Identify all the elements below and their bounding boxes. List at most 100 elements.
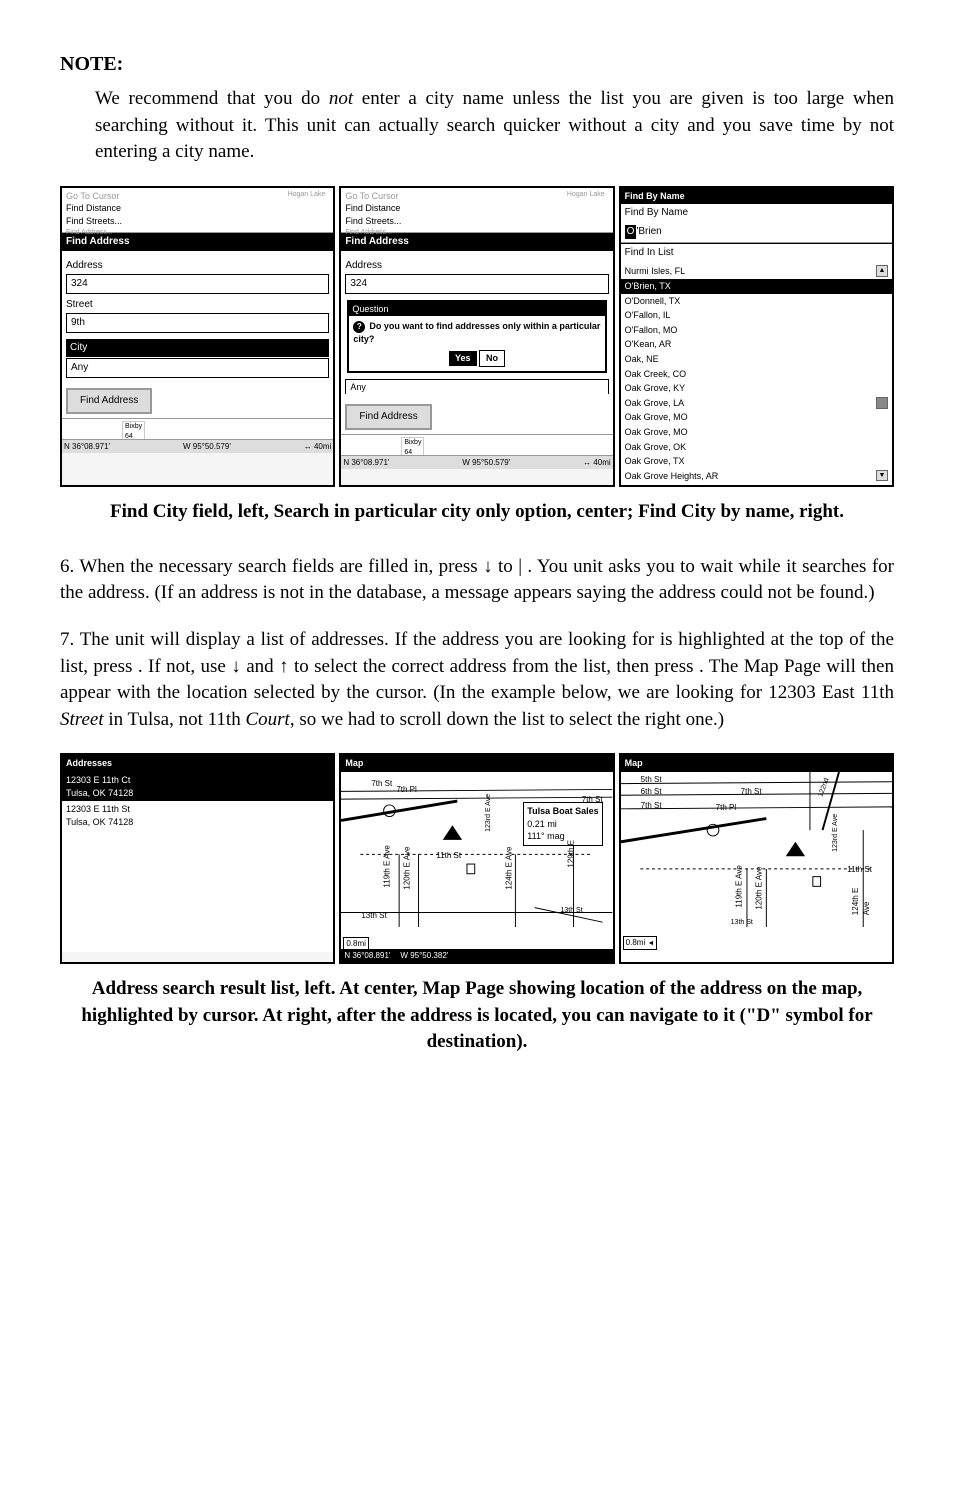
input-cursor: O (625, 225, 637, 239)
address-label: Address (66, 259, 329, 273)
scroll-up-icon[interactable]: ▲ (876, 265, 888, 277)
city-label-selected: City (66, 339, 329, 357)
list-item[interactable]: Oak Grove, LA (621, 396, 892, 411)
addresses-title: Addresses (62, 755, 333, 772)
street-field[interactable]: 9th (66, 313, 329, 333)
dialog-body: ?Do you want to find addresses only with… (349, 316, 604, 370)
label-line-1: Tulsa Boat Sales (527, 806, 598, 816)
scroll-thumb[interactable] (876, 397, 888, 409)
find-in-list-label: Find In List (621, 243, 892, 262)
find-address-button[interactable]: Find Address (66, 388, 152, 414)
street-123rd: 123rd E Ave (484, 794, 494, 832)
step7-em1: Street (60, 709, 104, 730)
menu-find-streets: Find Streets... (66, 215, 329, 228)
step7-em2: Court (245, 709, 289, 730)
dialog-buttons: Yes No (353, 350, 600, 367)
list-item[interactable]: O'Brien, TX (621, 279, 892, 294)
address-field[interactable]: 324 (66, 274, 329, 294)
street-129th: 129th E (566, 840, 577, 868)
find-by-name-list[interactable]: Nurmi Isles, FL▲O'Brien, TXO'Donnell, TX… (621, 262, 892, 485)
list-item[interactable]: O'Kean, AR (621, 337, 892, 352)
list-item[interactable]: O'Fallon, IL (621, 308, 892, 323)
street-124th: 124th E Ave (504, 847, 515, 890)
question-dialog: Question ?Do you want to find addresses … (347, 300, 606, 373)
coord-w: W 95°50.579' (462, 457, 510, 468)
panel-find-city-field: Hogan Lake Go To Cursor Find Distance Fi… (60, 186, 335, 488)
panel-body: Address 324 Street 9th City Any Find Add… (62, 251, 333, 418)
street-7th-pl: 7th Pl (396, 784, 416, 795)
find-by-name-input[interactable]: O'Brien (621, 222, 892, 243)
street-7th-2: 7th St (641, 800, 662, 811)
step-6-text: 6. When the necessary search fields are … (60, 554, 894, 607)
list-item[interactable]: Oak, NE (621, 352, 892, 367)
map-body[interactable]: 5th St 6th St 7th St 7th St 7th Pl 11th … (621, 772, 892, 962)
list-item[interactable]: Oak Creek, CO (621, 367, 892, 382)
panel-map-cursor: Map Tuls (339, 753, 614, 964)
map-body[interactable]: Tulsa Boat Sales 0.21 mi 111° mag 7th St… (341, 772, 612, 962)
list-item[interactable]: Oak Grove, TX (621, 454, 892, 469)
list-item[interactable]: Oak Grove Heights, AR▼ (621, 469, 892, 484)
address-field[interactable]: 324 (345, 274, 608, 294)
figure-1-caption: Find City field, left, Search in particu… (60, 499, 894, 526)
list-item[interactable]: Oak Grove, MO (621, 410, 892, 425)
scroll-down-icon[interactable]: ▼ (876, 470, 888, 482)
no-button[interactable]: No (479, 350, 505, 367)
address-label: Address (345, 259, 608, 273)
map-scale: 0.8mi ◄ (623, 936, 658, 950)
street-13th-diag: 13th St (560, 906, 582, 916)
map-coords: N 36°08.891' W 95°50.382' (341, 949, 612, 962)
street-7th-pl: 7th Pl (716, 802, 736, 813)
panel-search-city-option: Hogan Lake Go To Cursor Find Distance Fi… (339, 186, 614, 488)
street-7th: 7th St (371, 778, 392, 789)
yes-button[interactable]: Yes (449, 351, 477, 366)
figure-2: Addresses 12303 E 11th CtTulsa, OK 74128… (60, 753, 894, 964)
find-address-button[interactable]: Find Address (345, 404, 431, 430)
panel-top-menu: Hogan Lake Go To Cursor Find Distance Fi… (62, 188, 333, 233)
street-123rd: 123rd E Ave (831, 814, 841, 852)
list-item[interactable]: Oak Grove, OK (621, 440, 892, 455)
list-item[interactable]: Nurmi Isles, FL▲ (621, 264, 892, 279)
street-11th: 11th St (847, 864, 872, 875)
list-item[interactable]: O'Fallon, MO (621, 323, 892, 338)
coord-scale: ↔ 40mi (304, 441, 332, 452)
note-body: We recommend that you do not enter a cit… (95, 86, 894, 166)
figure-2-caption: Address search result list, left. At cen… (60, 976, 894, 1056)
coord-w: W 95°50.579' (183, 441, 231, 452)
lake-label: Hogan Lake (288, 190, 326, 200)
street-13th: 13th St (361, 910, 386, 921)
map-coord-w: W 95°50.382' (400, 950, 448, 961)
address-list-item[interactable]: 12303 E 11th StTulsa, OK 74128 (62, 801, 333, 830)
input-text: 'Brien (636, 225, 661, 239)
step-7-text: 7. The unit will display a list of addre… (60, 627, 894, 733)
coords-bar: N 36°08.971' W 95°50.579' ↔ 40mi (341, 455, 612, 469)
street-124th: 124th E Ave (849, 884, 871, 915)
step7-post: , so we had to scroll down the list to s… (290, 709, 724, 730)
map-title: Map (341, 755, 612, 772)
street-5th: 5th St (641, 774, 662, 785)
lake-label: Hogan Lake (567, 190, 605, 200)
address-list-item[interactable]: 12303 E 11th CtTulsa, OK 74128 (62, 772, 333, 801)
coord-n: N 36°08.971' (64, 441, 110, 452)
street-7th-r: 7th St (582, 794, 603, 805)
city-field[interactable]: Any (66, 358, 329, 378)
list-item[interactable]: Oak Grove, KY (621, 381, 892, 396)
dialog-text: Do you want to find addresses only withi… (353, 321, 600, 344)
dialog-title: Question (349, 302, 604, 317)
find-by-name-title: Find By Name (621, 188, 892, 205)
figure-1: Hogan Lake Go To Cursor Find Distance Fi… (60, 186, 894, 488)
street-6th: 6th St (641, 786, 662, 797)
label-line-2: 0.21 mi (527, 819, 557, 829)
list-item[interactable]: O'Donnell, TX (621, 294, 892, 309)
street-13th: 13th St (731, 918, 753, 928)
street-120th: 120th E Ave (402, 847, 413, 890)
street-120th: 120th E Ave (753, 867, 764, 910)
street-119th: 119th E Ave (382, 845, 393, 887)
coord-scale: ↔ 40mi (583, 457, 611, 468)
question-icon: ? (353, 321, 365, 333)
step7-mid: in Tulsa, not 11th (104, 709, 246, 730)
address-list[interactable]: 12303 E 11th CtTulsa, OK 7412812303 E 11… (62, 772, 333, 952)
list-item[interactable]: Oak Grove, MO (621, 425, 892, 440)
panel-top-menu: Hogan Lake Go To Cursor Find Distance Fi… (341, 188, 612, 233)
panel-body: Address 324 Question ?Do you want to fin… (341, 251, 612, 434)
menu-find-address: Find Address... (345, 228, 608, 238)
